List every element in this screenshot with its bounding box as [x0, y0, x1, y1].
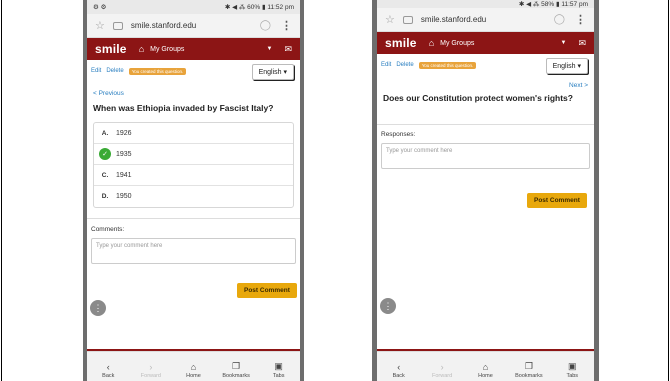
bookmarks-button[interactable]: ❐ Bookmarks — [514, 361, 544, 379]
back-button[interactable]: ‹ Back — [384, 362, 414, 379]
bookmarks-icon: ❐ — [524, 361, 533, 371]
option-a[interactable]: A. 1926 — [94, 123, 293, 144]
edit-link[interactable]: Edit — [91, 68, 101, 74]
browser-url-bar[interactable]: ☆ smile.stanford.edu ◯ ⋮ — [87, 14, 300, 38]
option-d[interactable]: D. 1950 — [94, 186, 293, 207]
mail-icon[interactable]: ✉ — [284, 44, 292, 55]
option-text: 1935 — [116, 150, 132, 158]
my-groups-link[interactable]: My Groups — [440, 40, 560, 47]
url-text[interactable]: smile.stanford.edu — [421, 15, 554, 24]
responses-label: Responses: — [381, 131, 416, 138]
language-select[interactable]: English ▾ — [251, 64, 294, 80]
checkmark-icon: ✓ — [99, 148, 111, 160]
home-icon[interactable]: ⌂ — [139, 44, 144, 54]
option-b[interactable]: ✓ 1935 — [94, 144, 293, 165]
status-bar: ✱ ◀ ⁂ 58% ▮ 11:57 pm — [377, 0, 594, 8]
left-screen: ⚙ ⚙ ✱ ◀ ⁂ 60% ▮ 11:52 pm ☆ smile.stanfor… — [87, 0, 300, 381]
app-header: smile ⌂ My Groups ▼ ✉ — [377, 32, 594, 54]
lock-icon — [402, 15, 413, 24]
back-button[interactable]: ‹ Back — [93, 362, 123, 379]
kebab-menu-icon[interactable]: ⋮ — [575, 13, 586, 26]
option-letter: D. — [101, 193, 109, 200]
next-link[interactable]: Next > — [377, 82, 594, 89]
browser-url-bar[interactable]: ☆ smile.stanford.edu ◯ ⋮ — [377, 8, 594, 32]
question-actions: Edit Delete You created this question. E… — [87, 60, 300, 82]
tabs-icon: ▣ — [567, 361, 577, 371]
creator-badge: You created this question. — [128, 67, 187, 75]
app-header: smile ⌂ My Groups ▼ ✉ — [87, 38, 300, 60]
edit-link[interactable]: Edit — [381, 62, 391, 68]
forward-button[interactable]: › Forward — [427, 362, 457, 379]
option-c[interactable]: C. 1941 — [94, 165, 293, 186]
reload-icon[interactable]: ◯ — [260, 20, 271, 31]
right-phone: ✱ ◀ ⁂ 58% ▮ 11:57 pm ☆ smile.stanford.ed… — [372, 0, 599, 381]
home-button[interactable]: ⌂ Home — [470, 362, 500, 379]
home-button[interactable]: ⌂ Home — [178, 362, 208, 379]
comment-input[interactable]: Type your comment here — [381, 143, 590, 169]
bookmarks-button[interactable]: ❐ Bookmarks — [221, 361, 251, 379]
home-icon: ⌂ — [482, 362, 489, 372]
post-comment-button[interactable]: Post Comment — [527, 193, 587, 208]
forward-icon: › — [149, 362, 153, 372]
bookmarks-icon: ❐ — [232, 361, 241, 371]
my-groups-link[interactable]: My Groups — [150, 46, 266, 53]
right-screen: ✱ ◀ ⁂ 58% ▮ 11:57 pm ☆ smile.stanford.ed… — [377, 0, 594, 381]
tabs-icon: ▣ — [274, 361, 283, 371]
status-right: ✱ ◀ ⁂ 58% ▮ 11:57 pm — [518, 1, 588, 8]
option-text: 1926 — [116, 129, 132, 137]
home-icon[interactable]: ⌂ — [429, 38, 434, 48]
caret-down-icon[interactable]: ▼ — [561, 40, 567, 46]
browser-bottom-bar: ‹ Back › Forward ⌂ Home ❐ Bookmarks ▣ Tabs — [377, 351, 594, 381]
comments-label: Comments: — [91, 226, 125, 233]
lock-icon — [112, 21, 123, 30]
option-letter: C. — [101, 171, 109, 179]
forward-button[interactable]: › Forward — [136, 362, 166, 379]
tabs-button[interactable]: ▣ Tabs — [557, 361, 587, 379]
creator-badge: You created this question. — [418, 61, 477, 69]
reload-icon[interactable]: ◯ — [554, 14, 565, 25]
star-icon[interactable]: ☆ — [95, 19, 105, 32]
delete-link[interactable]: Delete — [396, 62, 413, 68]
back-icon: ‹ — [106, 362, 110, 372]
question-text: Does our Constitution protect women's ri… — [383, 93, 573, 103]
frame-border-left — [1, 0, 2, 381]
browser-bottom-bar: ‹ Back › Forward ⌂ Home ❐ Bookmarks ▣ Tabs — [87, 351, 300, 381]
caret-down-icon[interactable]: ▼ — [267, 46, 273, 52]
home-icon: ⌂ — [190, 362, 197, 372]
previous-link[interactable]: < Previous — [87, 90, 300, 97]
forward-icon: › — [440, 362, 444, 372]
answer-options: A. 1926 ✓ 1935 C. 1941 D. 1950 — [93, 122, 294, 208]
star-icon[interactable]: ☆ — [385, 13, 395, 26]
status-left: ⚙ ⚙ — [93, 4, 107, 11]
smile-logo[interactable]: smile — [95, 42, 127, 56]
more-actions-icon[interactable]: ⋮ — [90, 300, 106, 316]
mail-icon[interactable]: ✉ — [578, 38, 586, 49]
option-text: 1950 — [116, 193, 132, 200]
url-text[interactable]: smile.stanford.edu — [131, 21, 260, 30]
kebab-menu-icon[interactable]: ⋮ — [281, 19, 292, 32]
comment-input[interactable]: Type your comment here — [91, 238, 296, 264]
status-bar: ⚙ ⚙ ✱ ◀ ⁂ 60% ▮ 11:52 pm — [87, 0, 300, 14]
more-actions-icon[interactable]: ⋮ — [380, 298, 396, 314]
question-text: When was Ethiopia invaded by Fascist Ita… — [93, 103, 274, 113]
option-text: 1941 — [116, 171, 132, 179]
back-icon: ‹ — [397, 362, 401, 372]
post-comment-button[interactable]: Post Comment — [237, 283, 297, 298]
tabs-button[interactable]: ▣ Tabs — [264, 361, 294, 379]
status-right: ✱ ◀ ⁂ 60% ▮ 11:52 pm — [224, 4, 294, 11]
frame-border-right — [668, 0, 669, 381]
left-phone: ⚙ ⚙ ✱ ◀ ⁂ 60% ▮ 11:52 pm ☆ smile.stanfor… — [83, 0, 304, 381]
option-letter: A. — [101, 129, 109, 137]
question-actions: Edit Delete You created this question. E… — [377, 54, 594, 76]
language-select[interactable]: English ▾ — [545, 58, 588, 74]
smile-logo[interactable]: smile — [385, 36, 417, 50]
delete-link[interactable]: Delete — [106, 68, 123, 74]
